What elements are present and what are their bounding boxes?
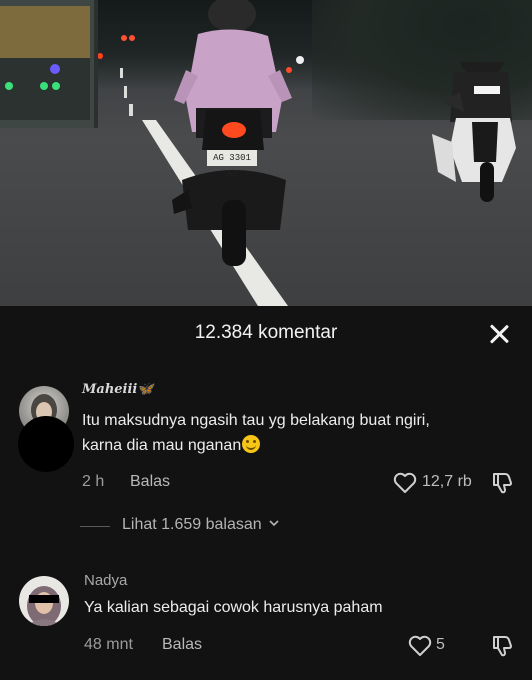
- view-replies-label: Lihat 1.659 balasan: [122, 516, 262, 533]
- comment-text-line: Itu maksudnya ngasih tau yg belakang bua…: [82, 412, 430, 429]
- comment-timestamp: 48 mnt: [84, 636, 133, 653]
- truck-cargo: [0, 6, 90, 58]
- heart-icon[interactable]: [393, 472, 417, 494]
- view-replies-button[interactable]: Lihat 1.659 balasan: [122, 516, 280, 534]
- like-count: 12,7 rb: [422, 473, 472, 490]
- avatar-photo-icon: [27, 586, 61, 626]
- dislike-icon[interactable]: [490, 634, 514, 658]
- comment-username[interactable]: Nadya: [84, 572, 127, 589]
- comment-text-line: karna dia mau nganan: [82, 437, 242, 454]
- reply-button[interactable]: Balas: [130, 473, 170, 491]
- chevron-down-icon: [269, 520, 279, 527]
- comment-text: Ya kalian sebagai cowok harusnya paham: [84, 599, 383, 616]
- comment-text: Itu maksudnya ngasih tau yg belakang bua…: [82, 408, 522, 458]
- like-count: 5: [436, 636, 445, 653]
- truck-light: [50, 64, 60, 74]
- tail-light: [121, 35, 127, 41]
- lane-dash: [120, 68, 123, 78]
- truck-light: [5, 82, 13, 90]
- comments-sheet: 12.384 komentar Maheiii🦋 Itu maksudnya n…: [0, 306, 532, 680]
- scooter-white: [432, 62, 516, 202]
- avatar-censor-overlay: [18, 416, 74, 472]
- license-plate: AG 3301 A3: [207, 150, 257, 179]
- reply-button[interactable]: Balas: [162, 636, 202, 654]
- comments-header: 12.384 komentar: [0, 320, 532, 346]
- comment-username[interactable]: Maheiii🦋: [82, 382, 154, 397]
- tail-light: [129, 35, 135, 41]
- close-icon[interactable]: [486, 321, 512, 347]
- rider-pink-jacket: [172, 0, 292, 266]
- comment-timestamp: 2 h: [82, 473, 105, 490]
- dislike-icon[interactable]: [490, 471, 514, 495]
- avatar-nadya[interactable]: [19, 576, 69, 626]
- truck-light: [40, 82, 48, 90]
- truck-light: [52, 82, 60, 90]
- lane-dash: [129, 104, 133, 116]
- truck: [0, 0, 98, 128]
- video-frame[interactable]: AG 3301 A3: [0, 0, 532, 306]
- heart-icon[interactable]: [408, 635, 432, 657]
- comment-count: 12.384 komentar: [194, 322, 338, 343]
- slightly-smiling-face-icon: [242, 435, 261, 453]
- lane-dash: [124, 86, 127, 98]
- divider: [80, 526, 110, 527]
